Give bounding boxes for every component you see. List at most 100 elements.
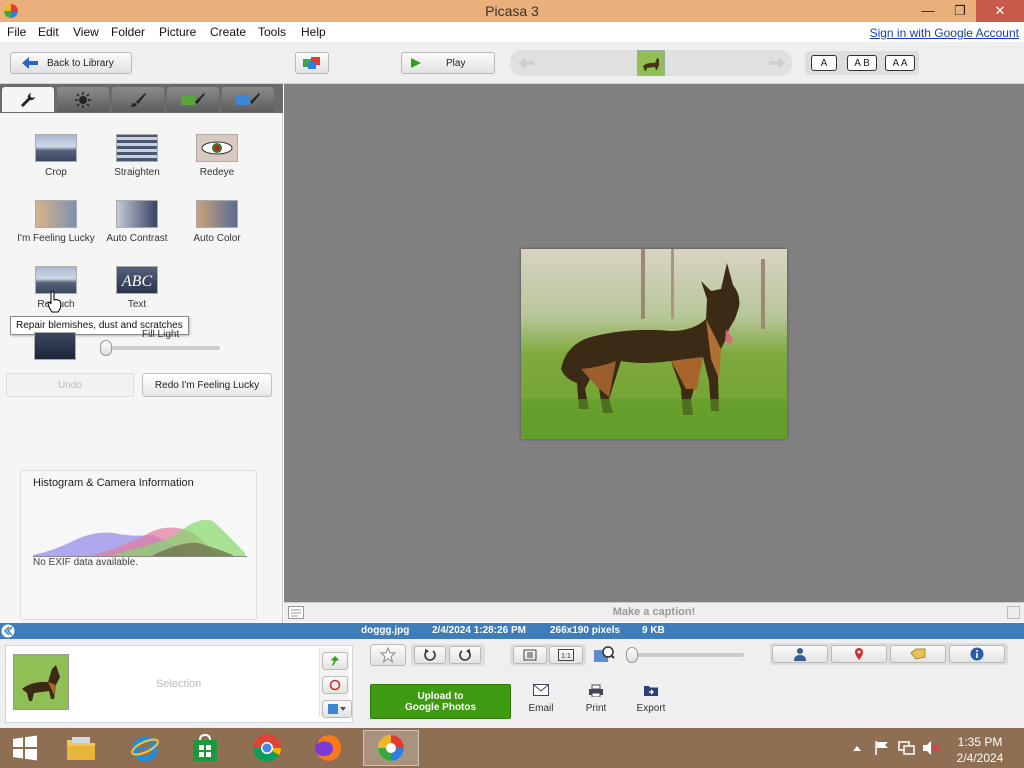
actual-size-button[interactable]: 1:1	[549, 646, 583, 664]
caption-bar: Make a caption!	[284, 602, 1024, 622]
collage-button[interactable]	[295, 52, 329, 74]
menu-view[interactable]: View	[73, 25, 99, 39]
menu-help[interactable]: Help	[301, 25, 326, 39]
tab-effects-3[interactable]	[222, 87, 274, 112]
taskbar-picasa[interactable]	[363, 730, 419, 766]
places-button[interactable]	[831, 645, 887, 663]
filmstrip-nav	[510, 50, 792, 76]
current-photo-thumbnail[interactable]	[637, 50, 665, 76]
upload-google-photos-button[interactable]: Upload to Google Photos	[370, 684, 511, 719]
tab-basic-fixes[interactable]	[2, 87, 54, 112]
wrench-icon	[21, 92, 35, 107]
collapse-double-chevron-icon[interactable]	[1, 624, 15, 638]
store-bag-icon	[193, 734, 217, 761]
system-clock[interactable]: 1:35 PM 2/4/2024	[950, 734, 1010, 766]
picasa-taskbar-icon	[378, 735, 404, 761]
pin-icon	[331, 656, 339, 666]
action-center-flag-icon[interactable]	[874, 740, 890, 756]
tab-tuning[interactable]	[57, 87, 109, 112]
clear-circle-icon	[329, 679, 341, 691]
album-dropdown-icon	[328, 704, 346, 714]
printer-icon	[589, 684, 603, 698]
taskbar-chrome[interactable]	[246, 732, 288, 764]
crop-tool[interactable]: Crop	[16, 134, 96, 178]
tab-effects[interactable]	[112, 87, 164, 112]
undo-button[interactable]: Undo	[6, 373, 134, 397]
text-tool-icon: ABC	[116, 266, 158, 294]
clear-selection-button[interactable]	[322, 676, 348, 694]
menu-create[interactable]: Create	[210, 25, 246, 39]
folder-icon	[67, 737, 95, 760]
feeling-lucky-tool[interactable]: I'm Feeling Lucky	[16, 200, 96, 244]
edit-tabs	[0, 84, 283, 113]
rotate-left-button[interactable]	[414, 646, 446, 664]
volume-muted-icon[interactable]	[922, 740, 940, 756]
start-button[interactable]	[4, 732, 46, 764]
rotate-right-button[interactable]	[449, 646, 481, 664]
retouch-icon	[35, 266, 77, 294]
zoom-slider-handle[interactable]	[626, 647, 638, 663]
map-pin-icon	[855, 648, 863, 660]
menu-tools[interactable]: Tools	[258, 25, 286, 39]
taskbar-file-explorer[interactable]	[60, 732, 102, 764]
menu-folder[interactable]: Folder	[111, 25, 145, 39]
auto-contrast-label: Auto Contrast	[106, 233, 168, 244]
add-to-album-button[interactable]	[322, 700, 352, 718]
export-action[interactable]: Export	[632, 684, 670, 714]
dog-photo[interactable]	[521, 249, 787, 439]
redeye-tool[interactable]: Redeye	[177, 134, 257, 178]
fill-light-slider[interactable]	[100, 340, 220, 356]
network-icon[interactable]	[898, 740, 916, 756]
auto-contrast-tool[interactable]: Auto Contrast	[97, 200, 177, 244]
back-to-library-button[interactable]: Back to Library	[10, 52, 132, 74]
caption-close-icon[interactable]	[1007, 606, 1020, 619]
crop-label: Crop	[45, 167, 67, 178]
restore-button[interactable]: ❐	[944, 0, 976, 22]
text-tool[interactable]: ABC Text	[97, 266, 177, 310]
caption-input[interactable]: Make a caption!	[284, 606, 1024, 618]
font-large-button[interactable]: A A	[885, 55, 915, 71]
menu-file[interactable]: File	[7, 25, 26, 39]
menu-picture[interactable]: Picture	[159, 25, 196, 39]
fit-to-window-button[interactable]	[513, 646, 547, 664]
close-button[interactable]: ✕	[976, 0, 1024, 22]
font-medium-button[interactable]: A B	[847, 55, 877, 71]
show-hidden-icons-chevron[interactable]	[852, 744, 862, 752]
sign-in-link[interactable]: Sign in with Google Account	[870, 26, 1019, 40]
info-filename: doggg.jpg	[361, 625, 410, 636]
previous-arrow-icon[interactable]	[517, 56, 535, 70]
redo-button[interactable]: Redo I'm Feeling Lucky	[142, 373, 272, 397]
zoom-mode-group: 1:1	[510, 644, 586, 666]
hold-pin-button[interactable]	[322, 652, 348, 670]
dog-tray-thumb-icon	[14, 655, 68, 709]
taskbar-store[interactable]	[184, 732, 226, 764]
star-button[interactable]	[370, 644, 406, 666]
taskbar-internet-explorer[interactable]	[124, 732, 166, 764]
edit-panel: Crop Straighten Redeye I'm Feeling Lucky…	[0, 84, 283, 624]
windows-logo-icon	[13, 735, 37, 761]
rotate-left-icon	[424, 649, 436, 661]
dog-thumb-icon	[638, 51, 664, 75]
properties-button[interactable]	[949, 645, 1005, 663]
tray-side-buttons	[319, 648, 352, 718]
taskbar-firefox[interactable]	[307, 732, 349, 764]
minimize-button[interactable]: —	[912, 0, 944, 22]
photo-viewer	[284, 84, 1024, 602]
tags-button[interactable]	[890, 645, 946, 663]
selection-tray: Selection	[5, 645, 353, 723]
next-arrow-icon[interactable]	[768, 56, 786, 70]
zoom-slider[interactable]	[626, 647, 744, 663]
info-datetime: 2/4/2024 1:28:26 PM	[432, 625, 526, 636]
email-action[interactable]: Email	[522, 684, 560, 714]
tray-photo-thumbnail[interactable]	[13, 654, 69, 710]
play-button[interactable]: Play	[401, 52, 495, 74]
font-small-button[interactable]: A	[811, 55, 837, 71]
rotate-right-icon	[459, 649, 471, 661]
fill-light-slider-handle[interactable]	[100, 340, 112, 356]
tab-effects-2[interactable]	[167, 87, 219, 112]
auto-color-tool[interactable]: Auto Color	[177, 200, 257, 244]
straighten-tool[interactable]: Straighten	[97, 134, 177, 178]
people-button[interactable]	[772, 645, 828, 663]
print-action[interactable]: Print	[578, 684, 614, 714]
menu-edit[interactable]: Edit	[38, 25, 59, 39]
